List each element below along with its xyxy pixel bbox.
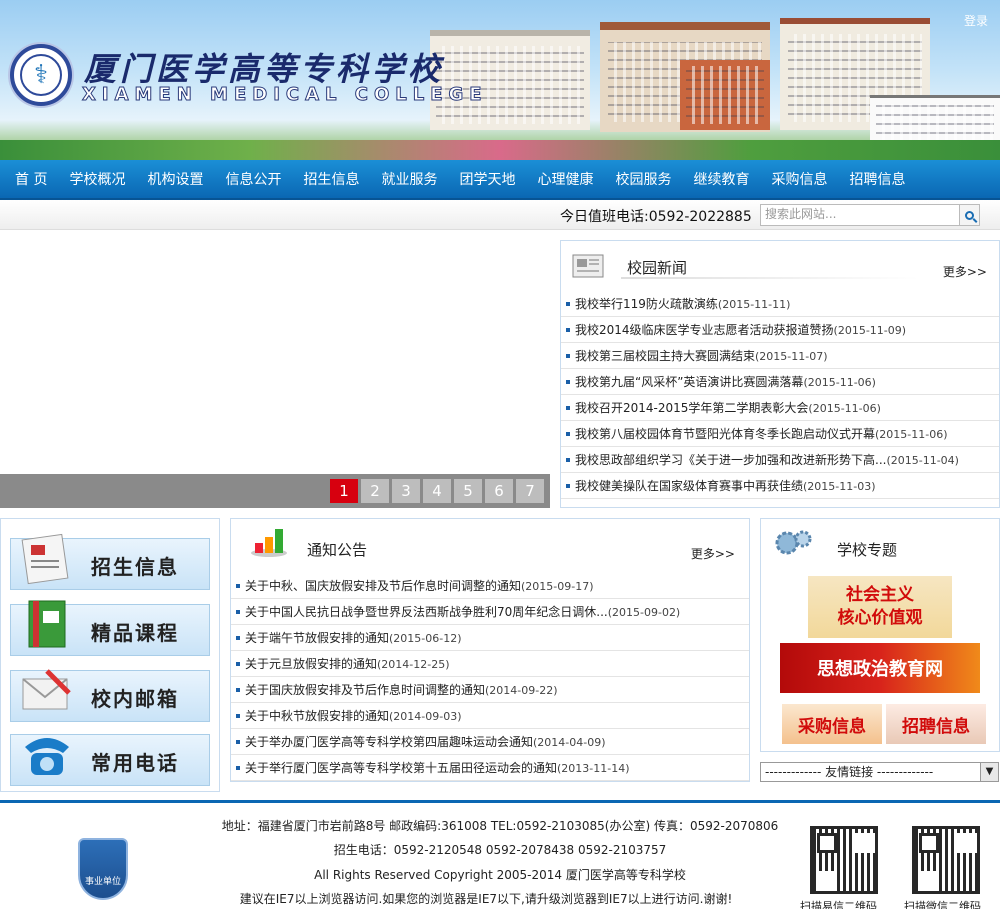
topic-core-values-banner[interactable]: 社会主义 核心价值观 — [808, 576, 952, 638]
list-item[interactable]: 我校健美操队在国家级体育赛事中再获佳绩(2015-11-03) — [561, 473, 999, 499]
topic-ideology-banner[interactable]: 思想政治教育网 — [780, 643, 980, 693]
topic-procurement-banner[interactable]: 采购信息 — [782, 704, 882, 744]
topics-title: 学校专题 — [837, 541, 898, 559]
wechat-qr-caption: 扫描微信二维码 — [904, 900, 981, 909]
list-item[interactable]: 我校思政部组织学习《关于进一步加强和改进新形势下高...(2015-11-04) — [561, 447, 999, 473]
duty-phone: 今日值班电话:0592-2022885 — [560, 209, 752, 225]
list-item[interactable]: 我校举行119防火疏散演练(2015-11-11) — [561, 291, 999, 317]
list-item[interactable]: 关于举办厦门医学高等专科学校第四届趣味运动会通知(2014-04-09) — [231, 729, 749, 755]
list-item[interactable]: 关于举行厦门医学高等专科学校第十五届田径运动会的通知(2013-11-14) — [231, 755, 749, 781]
list-item[interactable]: 关于中国人民抗日战争暨世界反法西斯战争胜利70周年纪念日调休...(2015-0… — [231, 599, 749, 625]
topic-recruitment-banner[interactable]: 招聘信息 — [886, 704, 986, 744]
list-item[interactable]: 关于中秋、国庆放假安排及节后作息时间调整的通知(2015-09-17) — [231, 573, 749, 599]
gears-icon — [775, 530, 812, 555]
slider-page-button[interactable]: 1 — [330, 479, 358, 503]
campus-news-title: 校园新闻 — [627, 259, 688, 277]
campus-news-more-link[interactable]: 更多>> — [943, 263, 987, 280]
friend-links-select[interactable]: ------------- 友情链接 ------------- ▼ — [760, 762, 999, 782]
quick-link-email[interactable]: 校内邮箱 — [10, 669, 210, 722]
nav-item-recruitment[interactable]: 招聘信息 — [838, 169, 916, 189]
slider-page-button[interactable]: 5 — [454, 479, 482, 503]
page-root: 登录 厦门医学高等专科学校 XIAMEN MEDICAL COLLEGE 首 页… — [0, 0, 1000, 909]
login-link[interactable]: 登录 — [964, 12, 988, 29]
list-item[interactable]: 我校第九届“风采杯”英语演讲比赛圆满落幕(2015-11-06) — [561, 369, 999, 395]
list-item[interactable]: 关于国庆放假安排及节后作息时间调整的通知(2014-09-22) — [231, 677, 749, 703]
image-slider — [0, 240, 550, 508]
list-item[interactable]: 关于端午节放假安排的通知(2015-06-12) — [231, 625, 749, 651]
newspaper-icon — [21, 533, 69, 585]
quick-link-label: 精品课程 — [91, 621, 179, 645]
notices-list: 关于中秋、国庆放假安排及节后作息时间调整的通知(2015-09-17) 关于中国… — [231, 573, 749, 781]
nav-item-home[interactable]: 首 页 — [4, 169, 58, 189]
quick-link-label: 招生信息 — [91, 555, 179, 579]
nav-item-mental-health[interactable]: 心理健康 — [526, 169, 604, 189]
list-item[interactable]: 关于元旦放假安排的通知(2014-12-25) — [231, 651, 749, 677]
slider-pager: 1 2 3 4 5 6 7 — [0, 474, 550, 508]
bar-chart-icon — [251, 529, 287, 557]
nav-item-continuing-education[interactable]: 继续教育 — [682, 169, 760, 189]
notices-title: 通知公告 — [307, 541, 368, 559]
book-icon — [28, 600, 66, 648]
quick-link-courses[interactable]: 精品课程 — [10, 600, 210, 656]
title-divider — [621, 277, 919, 279]
campus-news-panel: 校园新闻 更多>> 我校举行119防火疏散演练(2015-11-11) 我校20… — [560, 240, 1000, 508]
school-name-en: XIAMEN MEDICAL COLLEGE — [82, 84, 488, 106]
slider-page-button[interactable]: 6 — [485, 479, 513, 503]
slider-page-button[interactable]: 2 — [361, 479, 389, 503]
yixin-qr-code — [810, 826, 878, 894]
mail-icon — [22, 669, 71, 710]
campus-building-image — [430, 30, 590, 130]
quick-link-label: 常用电话 — [91, 751, 179, 775]
search-icon — [965, 210, 974, 220]
slider-page-button[interactable]: 4 — [423, 479, 451, 503]
quick-link-admissions[interactable]: 招生信息 — [10, 533, 210, 590]
nav-item-overview[interactable]: 学校概况 — [58, 169, 136, 189]
campus-building-image-3 — [680, 60, 770, 130]
nav-item-procurement[interactable]: 采购信息 — [760, 169, 838, 189]
quick-link-label: 校内邮箱 — [91, 687, 179, 711]
garden-strip — [0, 140, 1000, 160]
nav-item-admissions[interactable]: 招生信息 — [292, 169, 370, 189]
notices-panel: 通知公告 更多>> 关于中秋、国庆放假安排及节后作息时间调整的通知(2015-0… — [230, 518, 750, 782]
newspaper-icon — [572, 254, 604, 278]
list-item[interactable]: 我校第三届校园主持大赛圆满结束(2015-11-07) — [561, 343, 999, 369]
public-institution-badge[interactable]: 事业单位 — [78, 838, 128, 900]
search-button[interactable] — [960, 204, 980, 226]
nav-item-organization[interactable]: 机构设置 — [136, 169, 214, 189]
school-logo-icon — [10, 44, 72, 106]
slider-page-button[interactable]: 7 — [516, 479, 544, 503]
campus-news-list: 我校举行119防火疏散演练(2015-11-11) 我校2014级临床医学专业志… — [561, 291, 999, 499]
wechat-qr-code — [912, 826, 980, 894]
list-item[interactable]: 关于中秋节放假安排的通知(2014-09-03) — [231, 703, 749, 729]
telephone-icon — [25, 738, 69, 775]
list-item[interactable]: 我校召开2014-2015学年第二学期表彰大会(2015-11-06) — [561, 395, 999, 421]
list-item[interactable]: 我校第八届校园体育节暨阳光体育冬季长跑启动仪式开幕(2015-11-06) — [561, 421, 999, 447]
nav-item-youth-league[interactable]: 团学天地 — [448, 169, 526, 189]
nav-item-employment[interactable]: 就业服务 — [370, 169, 448, 189]
quick-link-phone[interactable]: 常用电话 — [10, 734, 210, 786]
campus-building-image-5 — [870, 95, 1000, 145]
main-nav: 首 页 学校概况 机构设置 信息公开 招生信息 就业服务 团学天地 心理健康 校… — [0, 160, 1000, 200]
nav-item-campus-services[interactable]: 校园服务 — [604, 169, 682, 189]
yixin-qr-caption: 扫描易信二维码 — [800, 900, 877, 909]
notices-more-link[interactable]: 更多>> — [691, 545, 735, 562]
slider-page-button[interactable]: 3 — [392, 479, 420, 503]
chevron-down-icon: ▼ — [980, 763, 998, 781]
list-item[interactable]: 我校2014级临床医学专业志愿者活动获报道赞扬(2015-11-09) — [561, 317, 999, 343]
nav-item-public-info[interactable]: 信息公开 — [214, 169, 292, 189]
search-input[interactable]: 搜索此网站... — [760, 204, 960, 226]
header-banner: 登录 厦门医学高等专科学校 XIAMEN MEDICAL COLLEGE — [0, 0, 1000, 160]
